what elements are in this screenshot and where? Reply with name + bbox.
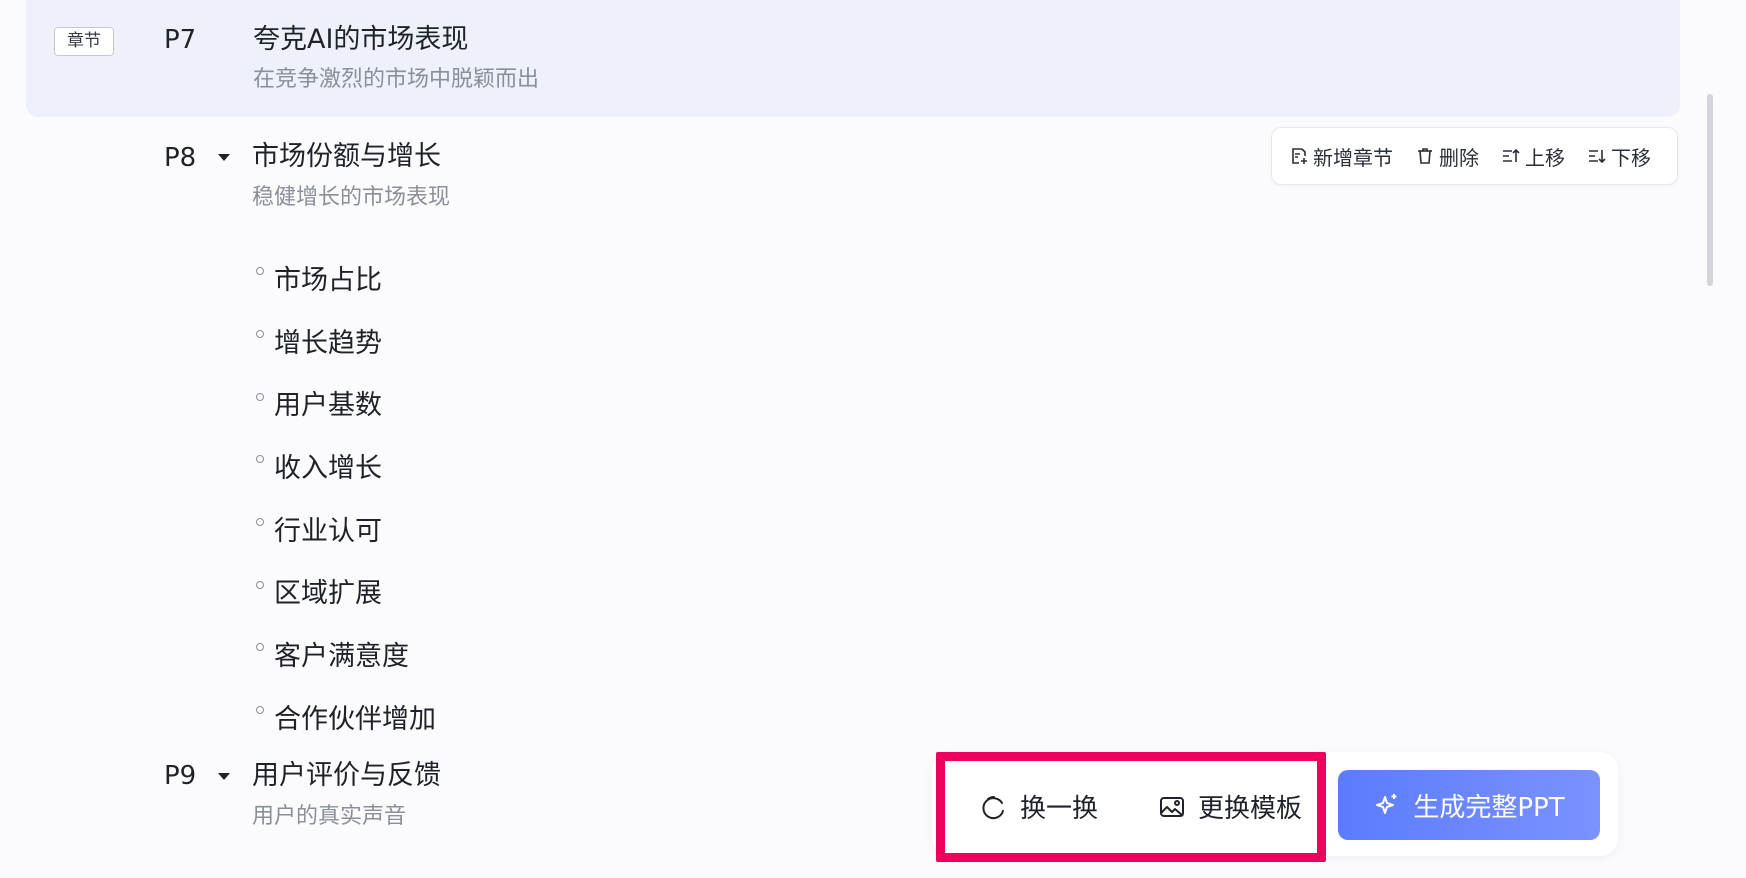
move-down-icon <box>1589 150 1606 164</box>
list-item[interactable]: 收入增长 <box>256 434 436 497</box>
collapse-caret-icon[interactable] <box>218 773 230 780</box>
change-template-button[interactable]: 更换模板 <box>1158 788 1302 825</box>
sparkle-icon <box>1376 794 1397 814</box>
list-item[interactable]: 市场占比 <box>256 246 436 309</box>
list-item[interactable]: 行业认可 <box>256 497 436 560</box>
section-page-number: P9 <box>164 761 197 791</box>
bullet-dot-icon <box>256 580 264 589</box>
chapter-tag: 章节 <box>54 27 114 56</box>
list-item[interactable]: 合作伙伴增加 <box>256 685 436 748</box>
section-subtitle[interactable]: 用户的真实声音 <box>252 803 406 831</box>
image-icon <box>1160 796 1184 817</box>
chapter-page-number: P7 <box>164 25 197 55</box>
add-chapter-label: 新增章节 <box>1313 145 1393 170</box>
trash-icon <box>1418 148 1432 164</box>
chapter-row[interactable] <box>26 0 1680 117</box>
bullet-dot-icon <box>256 330 264 339</box>
section-toolbar: 新增章节 删除 上移 下移 <box>1271 127 1678 185</box>
outline-editor: 章节 P7 夸克AI的市场表现 在竞争激烈的市场中脱颖而出 P8 市场份额与增长… <box>0 0 1746 878</box>
delete-button[interactable]: 删除 <box>1415 142 1479 171</box>
bullet-dot-icon <box>256 455 264 464</box>
move-down-button[interactable]: 下移 <box>1587 142 1651 171</box>
refresh-icon <box>982 795 1004 819</box>
change-template-label: 更换模板 <box>1198 794 1303 824</box>
section-title[interactable]: 市场份额与增长 <box>252 140 441 174</box>
move-up-icon <box>1503 148 1520 162</box>
section-subtitle[interactable]: 稳健增长的市场表现 <box>252 184 450 212</box>
bullet-dot-icon <box>256 706 264 715</box>
bullet-dot-icon <box>256 392 264 401</box>
scrollbar-thumb[interactable] <box>1707 94 1713 286</box>
add-document-icon <box>1292 148 1307 164</box>
bullet-dot-icon <box>256 643 264 652</box>
delete-label: 删除 <box>1439 145 1479 170</box>
list-item[interactable]: 区域扩展 <box>256 559 436 622</box>
move-up-label: 上移 <box>1525 145 1565 170</box>
section-title[interactable]: 用户评价与反馈 <box>252 759 441 793</box>
move-up-button[interactable]: 上移 <box>1501 142 1565 171</box>
generate-ppt-button[interactable]: 生成完整PPT <box>1338 770 1600 840</box>
list-item[interactable]: 用户基数 <box>256 371 436 434</box>
bullet-dot-icon <box>256 267 264 276</box>
chapter-title[interactable]: 夸克AI的市场表现 <box>253 23 468 57</box>
collapse-caret-icon[interactable] <box>218 154 230 161</box>
chapter-subtitle[interactable]: 在竞争激烈的市场中脱颖而出 <box>253 66 539 94</box>
shuffle-button[interactable]: 换一换 <box>980 788 1098 825</box>
section-page-number: P8 <box>164 143 197 173</box>
move-down-label: 下移 <box>1611 145 1651 170</box>
add-chapter-button[interactable]: 新增章节 <box>1289 142 1393 171</box>
generate-ppt-label: 生成完整PPT <box>1413 792 1565 823</box>
shuffle-label: 换一换 <box>1020 794 1099 824</box>
bullet-dot-icon <box>256 518 264 527</box>
list-item[interactable]: 增长趋势 <box>256 309 436 372</box>
bullet-list: 市场占比 增长趋势 用户基数 收入增长 行业认可 区域扩展 客户满意度 合作伙伴… <box>256 246 436 748</box>
list-item[interactable]: 客户满意度 <box>256 622 436 685</box>
